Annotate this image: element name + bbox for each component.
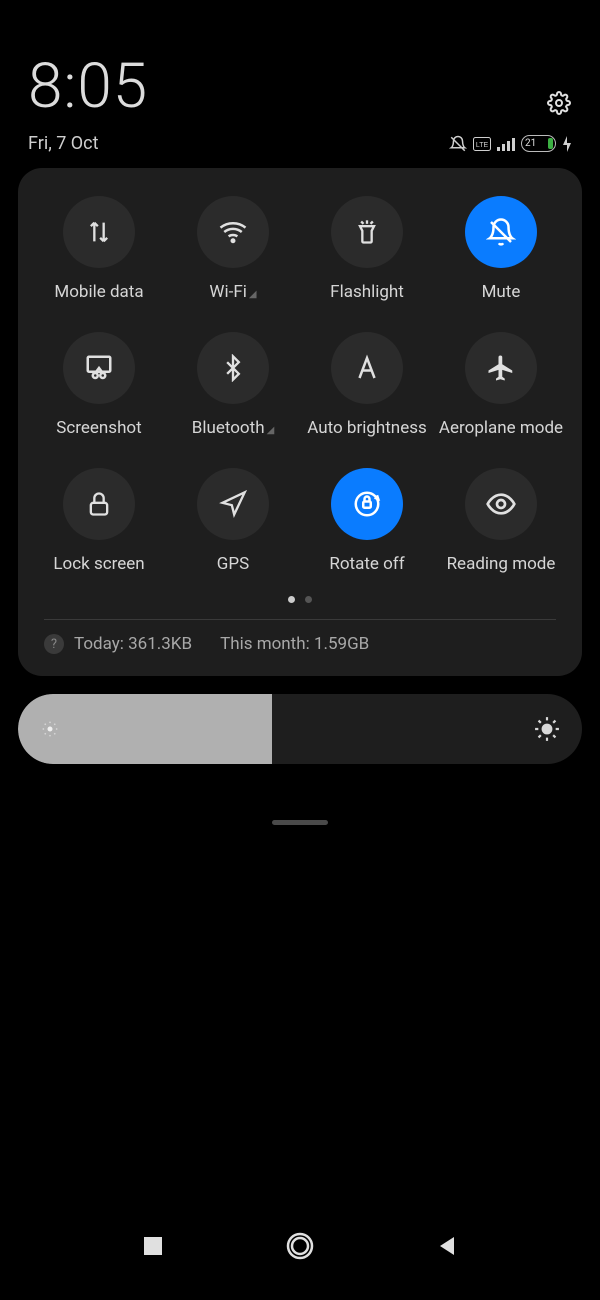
- usage-month: This month: 1.59GB: [220, 634, 369, 654]
- brightness-low-icon: [40, 719, 60, 739]
- page-dot-1: [288, 596, 295, 603]
- tile-label: GPS: [217, 554, 249, 574]
- data-usage-row[interactable]: ? Today: 361.3KB This month: 1.59GB: [32, 620, 568, 660]
- quick-settings-grid: Mobile data Wi-Fi◢ Flashlight Mute Scree…: [32, 196, 568, 574]
- tile-mobile-data[interactable]: Mobile data: [32, 196, 166, 302]
- nav-back-button[interactable]: [417, 1216, 477, 1276]
- tile-wifi[interactable]: Wi-Fi◢: [166, 196, 300, 302]
- tile-flashlight[interactable]: Flashlight: [300, 196, 434, 302]
- circle-icon: [285, 1231, 315, 1261]
- quick-settings-panel: Mobile data Wi-Fi◢ Flashlight Mute Scree…: [18, 168, 582, 676]
- tile-label: Auto brightness: [307, 418, 427, 438]
- airplane-icon: [486, 353, 516, 383]
- svg-text:LTE: LTE: [476, 142, 489, 149]
- tile-label: Screenshot: [56, 418, 141, 438]
- notification-header: 8:05 Fri, 7 Oct LTE 21: [0, 0, 600, 154]
- tile-label: Mobile data: [54, 282, 143, 302]
- back-triangle-icon: [436, 1235, 458, 1257]
- eye-icon: [485, 488, 517, 520]
- tile-mute[interactable]: Mute: [434, 196, 568, 302]
- tile-label: Flashlight: [330, 282, 404, 302]
- tile-label: Aeroplane mode: [439, 418, 563, 438]
- volte-icon: LTE: [473, 137, 491, 151]
- mute-icon: [486, 217, 516, 247]
- brightness-slider[interactable]: [18, 694, 582, 764]
- settings-button[interactable]: [546, 90, 572, 116]
- square-icon: [142, 1235, 164, 1257]
- tile-screenshot[interactable]: Screenshot: [32, 332, 166, 438]
- tile-label: Mute: [482, 282, 521, 302]
- status-icons: LTE 21: [449, 135, 572, 153]
- auto-brightness-icon: [352, 353, 382, 383]
- tile-label: Wi-Fi◢: [209, 282, 256, 302]
- nav-home-button[interactable]: [270, 1216, 330, 1276]
- flashlight-icon: [353, 218, 381, 246]
- usage-today: Today: 361.3KB: [74, 634, 192, 654]
- tile-bluetooth[interactable]: Bluetooth◢: [166, 332, 300, 438]
- nav-bar: [0, 1216, 600, 1276]
- mute-status-icon: [449, 135, 467, 153]
- tile-lock-screen[interactable]: Lock screen: [32, 468, 166, 574]
- tile-reading-mode[interactable]: Reading mode: [434, 468, 568, 574]
- panel-grabber[interactable]: [272, 820, 328, 825]
- tile-label: Lock screen: [53, 554, 144, 574]
- brightness-high-icon: [534, 716, 560, 742]
- mobile-data-icon: [85, 218, 113, 246]
- gps-icon: [219, 490, 247, 518]
- page-dots[interactable]: [32, 596, 568, 603]
- clock: 8:05: [28, 50, 572, 123]
- tile-auto-brightness[interactable]: Auto brightness: [300, 332, 434, 438]
- signal-icon: [497, 137, 515, 151]
- battery-indicator: 21: [521, 135, 556, 152]
- tile-rotate-off[interactable]: Rotate off: [300, 468, 434, 574]
- wifi-icon: [218, 217, 248, 247]
- rotate-lock-icon: [352, 489, 382, 519]
- date: Fri, 7 Oct: [28, 133, 98, 154]
- charging-icon: [562, 136, 572, 152]
- nav-recent-button[interactable]: [123, 1216, 183, 1276]
- screenshot-icon: [84, 353, 114, 383]
- tile-label: Reading mode: [447, 554, 556, 574]
- tile-label: Bluetooth◢: [192, 418, 275, 438]
- date-status-row: Fri, 7 Oct LTE 21: [28, 133, 572, 154]
- tile-aeroplane-mode[interactable]: Aeroplane mode: [434, 332, 568, 438]
- bluetooth-icon: [219, 354, 247, 382]
- help-icon: ?: [44, 634, 64, 654]
- page-dot-2: [305, 596, 312, 603]
- tile-gps[interactable]: GPS: [166, 468, 300, 574]
- gear-icon: [547, 91, 571, 115]
- tile-label: Rotate off: [329, 554, 404, 574]
- lock-icon: [85, 490, 113, 518]
